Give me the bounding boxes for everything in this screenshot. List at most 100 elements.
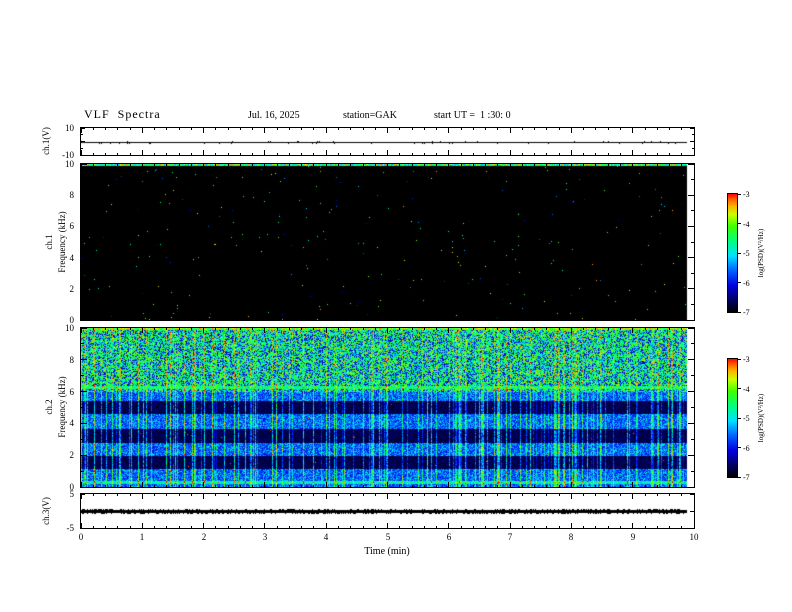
x-minor-tick-mark <box>288 128 290 130</box>
x-minor-tick-mark <box>558 526 560 528</box>
x-tick-mark <box>141 315 143 320</box>
y-minor-tick-mark <box>691 407 694 408</box>
x-minor-tick-mark <box>252 153 254 155</box>
x-minor-tick-mark <box>252 485 254 487</box>
x-minor-tick-mark <box>619 153 621 155</box>
x-minor-tick-mark <box>681 485 683 487</box>
x-minor-tick-mark <box>154 153 156 155</box>
x-minor-tick-mark <box>301 494 303 496</box>
x-minor-tick-mark <box>485 494 487 496</box>
y-minor-tick-mark <box>81 147 83 149</box>
x-minor-tick-mark <box>129 153 131 155</box>
x-minor-tick-mark <box>583 128 585 130</box>
y-minor-tick-mark <box>691 343 694 345</box>
y-tick-mark <box>81 141 85 142</box>
colorbar-ch2-spectrogram <box>727 358 738 478</box>
x-minor-tick-mark <box>129 328 131 330</box>
x-minor-tick-mark <box>338 318 339 320</box>
y-tick-label: 2 <box>69 284 75 294</box>
x-tick-mark <box>632 523 634 528</box>
x-minor-tick-mark <box>190 164 192 166</box>
x-tick-mark <box>509 494 511 499</box>
x-minor-tick-mark <box>497 128 499 130</box>
x-minor-tick-mark <box>607 328 609 330</box>
x-minor-tick-mark <box>92 485 94 487</box>
x-minor-tick-mark <box>350 494 352 496</box>
x-minor-tick-mark <box>301 328 303 330</box>
y-tick-mark <box>81 493 85 495</box>
x-minor-tick-mark <box>644 526 646 528</box>
x-minor-tick-mark <box>546 526 548 528</box>
x-minor-tick-mark <box>534 318 536 320</box>
x-minor-tick-mark <box>497 526 499 528</box>
x-minor-tick-mark <box>117 164 119 166</box>
y-tick-mark <box>688 454 694 456</box>
x-tick-mark <box>387 315 388 320</box>
colorbar-tick-mark <box>738 417 741 419</box>
y-tick-mark <box>81 454 87 456</box>
x-minor-tick-mark <box>301 318 303 320</box>
x-minor-tick-mark <box>362 128 364 130</box>
vlf-spectra-figure: VLF Spectra Jul. 16, 2025 station=GAK st… <box>0 0 792 612</box>
y-tick-label: 8 <box>69 355 75 365</box>
y-tick-mark <box>81 194 87 196</box>
x-minor-tick-mark <box>681 164 683 166</box>
x-tick-mark <box>387 494 388 499</box>
colorbar-tick-label: -6 <box>743 444 750 453</box>
y-tick-label: 8 <box>69 190 75 200</box>
x-minor-tick-mark <box>497 485 499 487</box>
x-minor-tick-mark <box>595 526 597 528</box>
x-minor-tick-mark <box>374 526 376 528</box>
x-minor-tick-mark <box>117 128 119 130</box>
colorbar-tick-mark <box>738 358 741 360</box>
x-minor-tick-mark <box>619 318 621 320</box>
x-tick-mark <box>570 150 572 155</box>
x-tick-label: 1 <box>139 532 145 542</box>
x-minor-tick-mark <box>154 128 156 130</box>
x-minor-tick-mark <box>166 128 168 130</box>
x-minor-tick-mark <box>288 526 290 528</box>
x-tick-mark <box>570 128 572 133</box>
y-tick-mark <box>688 163 694 165</box>
x-minor-tick-mark <box>411 128 413 130</box>
x-minor-tick-mark <box>252 494 254 496</box>
x-minor-tick-mark <box>681 128 683 130</box>
x-minor-tick-mark <box>619 494 621 496</box>
x-minor-tick-mark <box>595 328 597 330</box>
x-minor-tick-mark <box>521 328 523 330</box>
x-minor-tick-mark <box>190 494 192 496</box>
x-tick-mark <box>509 150 511 155</box>
x-minor-tick-mark <box>669 494 670 496</box>
ch2-channel-label: ch.2 <box>44 399 54 415</box>
x-minor-tick-mark <box>619 128 621 130</box>
x-minor-tick-mark <box>583 485 585 487</box>
x-tick-mark <box>448 523 450 528</box>
x-tick-mark <box>141 128 143 133</box>
y-minor-tick-mark <box>691 303 694 305</box>
x-minor-tick-mark <box>607 485 609 487</box>
x-minor-tick-mark <box>436 128 437 130</box>
x-minor-tick-mark <box>362 526 364 528</box>
x-minor-tick-mark <box>338 526 339 528</box>
y-tick-mark <box>81 422 87 424</box>
x-minor-tick-mark <box>485 526 487 528</box>
x-minor-tick-mark <box>227 328 229 330</box>
x-minor-tick-mark <box>619 164 621 166</box>
y-tick-label: 4 <box>69 253 75 263</box>
x-tick-mark <box>693 128 695 133</box>
x-minor-tick-mark <box>521 485 523 487</box>
y-minor-tick-mark <box>692 134 694 136</box>
y-minor-tick-mark <box>691 179 694 181</box>
x-minor-tick-mark <box>227 164 229 166</box>
x-tick-mark <box>203 128 205 133</box>
x-tick-mark <box>203 482 205 487</box>
x-minor-tick-mark <box>239 526 241 528</box>
x-tick-label: 3 <box>262 532 268 542</box>
x-tick-mark <box>448 164 450 169</box>
x-minor-tick-mark <box>644 128 646 130</box>
x-minor-tick-mark <box>423 164 425 166</box>
x-minor-tick-mark <box>105 485 106 487</box>
x-minor-tick-mark <box>546 128 548 130</box>
x-minor-tick-mark <box>288 328 290 330</box>
x-minor-tick-mark <box>411 328 413 330</box>
